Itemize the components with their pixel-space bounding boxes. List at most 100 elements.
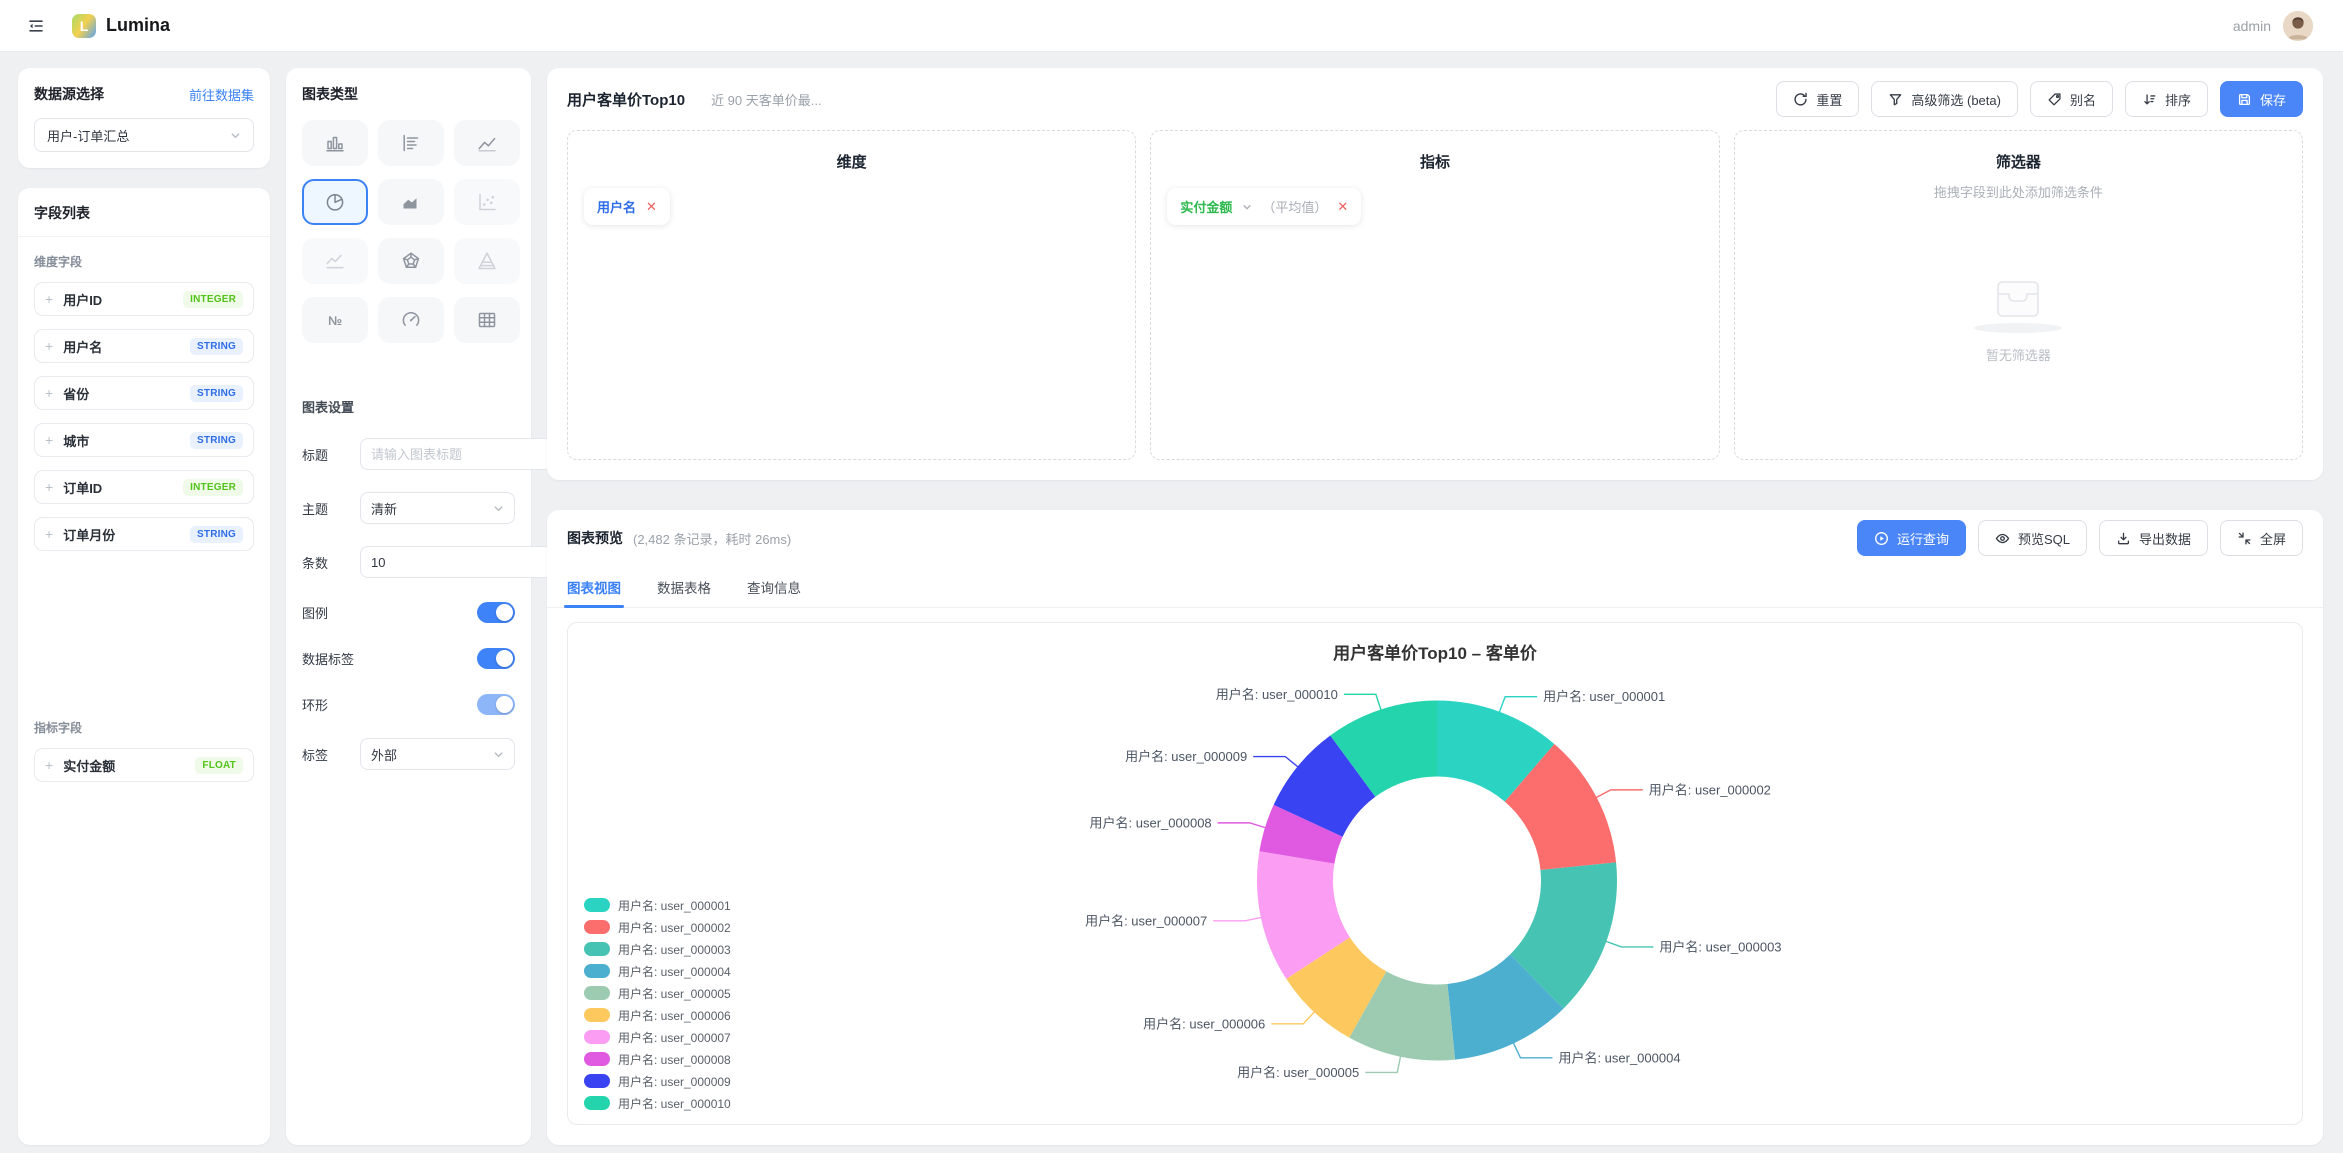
legend-item[interactable]: 用户名: user_000009 (584, 1070, 731, 1092)
filter-drop-zone[interactable]: 筛选器 拖拽字段到此处添加筛选条件 暂无筛选器 (1734, 130, 2303, 460)
donut-setting-label: 环形 (302, 695, 360, 714)
query-stats: (2,482 条记录，耗时 26ms) (633, 529, 791, 548)
field-name: 订单ID (63, 478, 102, 497)
chart-title: 用户客单价Top10 – 客单价 (568, 639, 2302, 664)
legend-swatch (584, 942, 610, 956)
pie-chart-icon (324, 191, 346, 213)
label-leader-line (1513, 1042, 1552, 1057)
field-type-badge: STRING (190, 432, 243, 449)
funnel-icon (1888, 92, 1903, 107)
preview-title: 图表预览 (567, 528, 623, 548)
field-type-badge: FLOAT (195, 757, 243, 774)
export-data-button[interactable]: 导出数据 (2099, 520, 2208, 556)
chart-type-bar-horizontal-button[interactable] (378, 120, 444, 166)
fullscreen-button[interactable]: 全屏 (2220, 520, 2303, 556)
tab-data-table[interactable]: 数据表格 (657, 566, 711, 607)
tab-chart-view[interactable]: 图表视图 (567, 566, 621, 607)
label-leader-line (1365, 1056, 1400, 1073)
field-type-badge: INTEGER (183, 291, 243, 308)
chevron-down-icon[interactable] (1242, 202, 1252, 212)
avatar[interactable] (2283, 11, 2313, 41)
metric-chip[interactable]: 实付金额 （平均值） ✕ (1167, 188, 1361, 225)
legend-item[interactable]: 用户名: user_000010 (584, 1092, 731, 1114)
row-limit-input[interactable] (360, 546, 558, 578)
donut-toggle[interactable] (477, 694, 515, 715)
preview-sql-button[interactable]: 预览SQL (1978, 520, 2087, 556)
title-setting-label: 标题 (302, 445, 360, 464)
save-icon (2237, 92, 2252, 107)
sort-button[interactable]: 排序 (2125, 81, 2208, 117)
chart-type-gauge-chart-button[interactable] (378, 297, 444, 343)
dataset-select-value: 用户-订单汇总 (47, 126, 129, 145)
chart-type-trend-line-button (302, 238, 368, 284)
trend-line-icon (324, 250, 346, 272)
goto-dataset-link[interactable]: 前往数据集 (189, 85, 254, 104)
legend-swatch (584, 1008, 610, 1022)
setting-datalabel-row: 数据标签 (302, 646, 515, 670)
legend-swatch (584, 964, 610, 978)
legend-label: 用户名: user_000008 (618, 1051, 731, 1068)
sidebar-fold-button[interactable] (22, 12, 50, 40)
report-title: 用户客单价Top10 (567, 89, 685, 110)
field-item-用户ID[interactable]: +用户IDINTEGER (34, 282, 254, 316)
field-item-实付金额[interactable]: +实付金额FLOAT (34, 748, 254, 782)
remove-metric-icon[interactable]: ✕ (1337, 199, 1348, 215)
metric-drop-zone[interactable]: 指标 实付金额 （平均值） ✕ (1150, 130, 1719, 460)
workspace-column: 用户客单价Top10 近 90 天客单价最... 重置 高级筛选 (beta) … (547, 68, 2323, 1145)
chart-type-pie-chart-button[interactable] (302, 179, 368, 225)
legend-item[interactable]: 用户名: user_000002 (584, 916, 731, 938)
field-item-省份[interactable]: +省份STRING (34, 376, 254, 410)
theme-select[interactable]: 清新 (360, 492, 515, 524)
field-type-badge: INTEGER (183, 479, 243, 496)
chart-type-bar-chart-button[interactable] (302, 120, 368, 166)
legend-item[interactable]: 用户名: user_000008 (584, 1048, 731, 1070)
reset-button[interactable]: 重置 (1776, 81, 1859, 117)
metric-number-icon: № (324, 309, 346, 331)
remove-dimension-icon[interactable]: ✕ (646, 199, 657, 215)
legend-item[interactable]: 用户名: user_000001 (584, 894, 731, 916)
dimension-drop-zone[interactable]: 维度 用户名 ✕ (567, 130, 1136, 460)
legend-toggle[interactable] (477, 602, 515, 623)
legend-item[interactable]: 用户名: user_000007 (584, 1026, 731, 1048)
save-button[interactable]: 保存 (2220, 81, 2303, 117)
empty-shadow (1974, 323, 2062, 333)
alias-button[interactable]: 别名 (2030, 81, 2113, 117)
fields-panel: 字段列表 维度字段 +用户IDINTEGER+用户名STRING+省份STRIN… (18, 188, 270, 1145)
tab-query-info[interactable]: 查询信息 (747, 566, 801, 607)
chart-type-radar-chart-button[interactable] (378, 238, 444, 284)
label-position-select[interactable]: 外部 (360, 738, 515, 770)
datalabel-setting-label: 数据标签 (302, 649, 360, 668)
play-circle-icon (1874, 531, 1889, 546)
chart-type-area-chart-button[interactable] (378, 179, 444, 225)
pie-label: 用户名: user_000009 (1125, 749, 1247, 764)
dimension-chip[interactable]: 用户名 ✕ (584, 188, 670, 225)
legend-label: 用户名: user_000005 (618, 985, 731, 1002)
label-leader-line (1605, 941, 1653, 947)
chart-title-input[interactable] (360, 438, 558, 470)
legend-item[interactable]: 用户名: user_000004 (584, 960, 731, 982)
eye-icon (1995, 531, 2010, 546)
field-item-城市[interactable]: +城市STRING (34, 423, 254, 457)
legend-item[interactable]: 用户名: user_000003 (584, 938, 731, 960)
dataset-select[interactable]: 用户-订单汇总 (34, 118, 254, 152)
main-content: 数据源选择 前往数据集 用户-订单汇总 字段列表 维度字段 +用户IDINTEG… (0, 52, 2343, 1153)
legend-item[interactable]: 用户名: user_000006 (584, 1004, 731, 1026)
datalabel-toggle[interactable] (477, 648, 515, 669)
run-query-button[interactable]: 运行查询 (1857, 520, 1966, 556)
chart-type-line-chart-button[interactable] (454, 120, 520, 166)
chart-type-metric-number-button[interactable]: № (302, 297, 368, 343)
query-builder-card: 用户客单价Top10 近 90 天客单价最... 重置 高级筛选 (beta) … (547, 68, 2323, 480)
legend-swatch (584, 1052, 610, 1066)
chart-type-panel: 图表类型 № 图表设置 标题 主题 清新 条数 (286, 68, 531, 1145)
legend-item[interactable]: 用户名: user_000005 (584, 982, 731, 1004)
field-item-用户名[interactable]: +用户名STRING (34, 329, 254, 363)
area-chart-icon (400, 191, 422, 213)
advanced-filter-button[interactable]: 高级筛选 (beta) (1871, 81, 2018, 117)
metric-agg-label: （平均值） (1262, 197, 1327, 216)
legend-label: 用户名: user_000001 (618, 897, 731, 914)
field-name: 实付金额 (63, 756, 115, 775)
field-item-订单月份[interactable]: +订单月份STRING (34, 517, 254, 551)
setting-legend-row: 图例 (302, 600, 515, 624)
chart-type-table-chart-button[interactable] (454, 297, 520, 343)
field-item-订单ID[interactable]: +订单IDINTEGER (34, 470, 254, 504)
